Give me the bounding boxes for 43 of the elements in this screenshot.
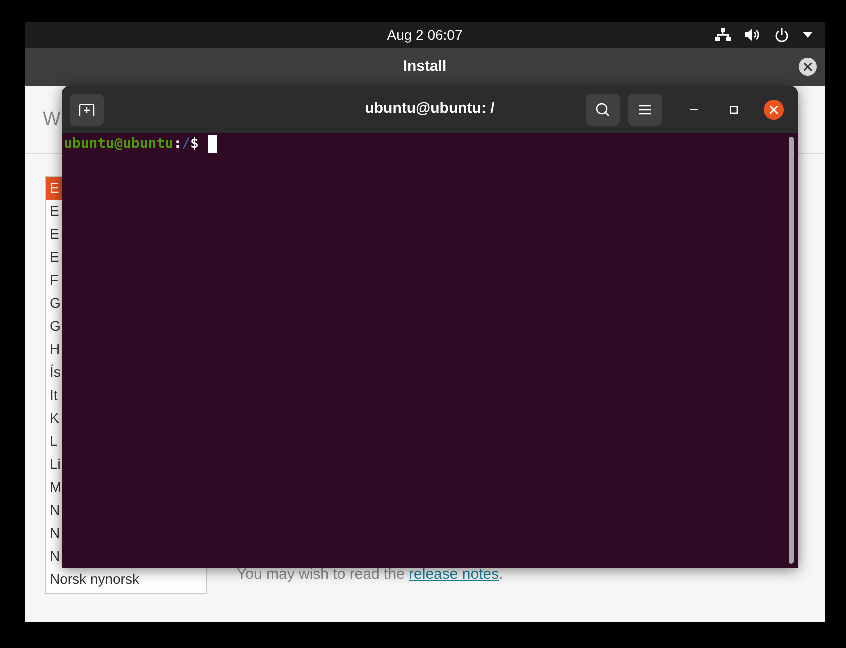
close-button[interactable]: [764, 100, 784, 120]
menu-button[interactable]: [628, 94, 662, 126]
language-item[interactable]: H: [46, 338, 60, 361]
search-button[interactable]: [586, 94, 620, 126]
language-item[interactable]: Li: [46, 453, 61, 476]
language-item[interactable]: E: [46, 223, 60, 246]
release-notes-link[interactable]: release notes: [409, 566, 500, 583]
dropdown-caret-icon[interactable]: [803, 32, 813, 38]
language-item[interactable]: M: [46, 476, 62, 499]
window-title: Install: [403, 56, 447, 77]
maximize-icon: [730, 106, 738, 114]
language-item[interactable]: It: [46, 384, 58, 407]
shell-prompt: ubuntu@ubuntu:/$: [64, 135, 199, 153]
page-heading: W: [43, 108, 61, 130]
language-item[interactable]: G: [46, 292, 61, 315]
language-item[interactable]: E: [46, 246, 60, 269]
close-icon: [804, 63, 812, 71]
language-item[interactable]: K: [46, 407, 60, 430]
release-notes-sentence: You may wish to read the release notes.: [237, 565, 504, 585]
language-item[interactable]: E: [46, 177, 62, 200]
new-tab-icon: [79, 104, 95, 116]
language-item[interactable]: G: [46, 315, 61, 338]
volume-icon[interactable]: [745, 28, 761, 42]
search-icon: [596, 102, 610, 116]
scrollbar[interactable]: [789, 137, 794, 564]
language-item[interactable]: Ís: [46, 361, 61, 384]
language-item[interactable]: L: [46, 430, 58, 453]
language-item[interactable]: F: [46, 269, 59, 292]
minimize-icon: [690, 108, 698, 110]
text-cursor: [208, 135, 217, 153]
terminal-title: ubuntu@ubuntu: /: [365, 99, 495, 120]
network-icon[interactable]: [715, 28, 731, 42]
clock[interactable]: Aug 2 06:07: [387, 24, 463, 46]
new-tab-button[interactable]: [70, 94, 104, 126]
language-item[interactable]: E: [46, 200, 60, 223]
language-item[interactable]: N: [46, 522, 60, 545]
close-icon: [770, 106, 778, 114]
close-button[interactable]: [799, 58, 817, 76]
menu-icon: [639, 104, 651, 114]
language-item[interactable]: Norsk nynorsk: [46, 568, 140, 591]
language-item[interactable]: N: [46, 545, 60, 568]
language-item[interactable]: N: [46, 499, 60, 522]
power-icon[interactable]: [775, 28, 789, 42]
